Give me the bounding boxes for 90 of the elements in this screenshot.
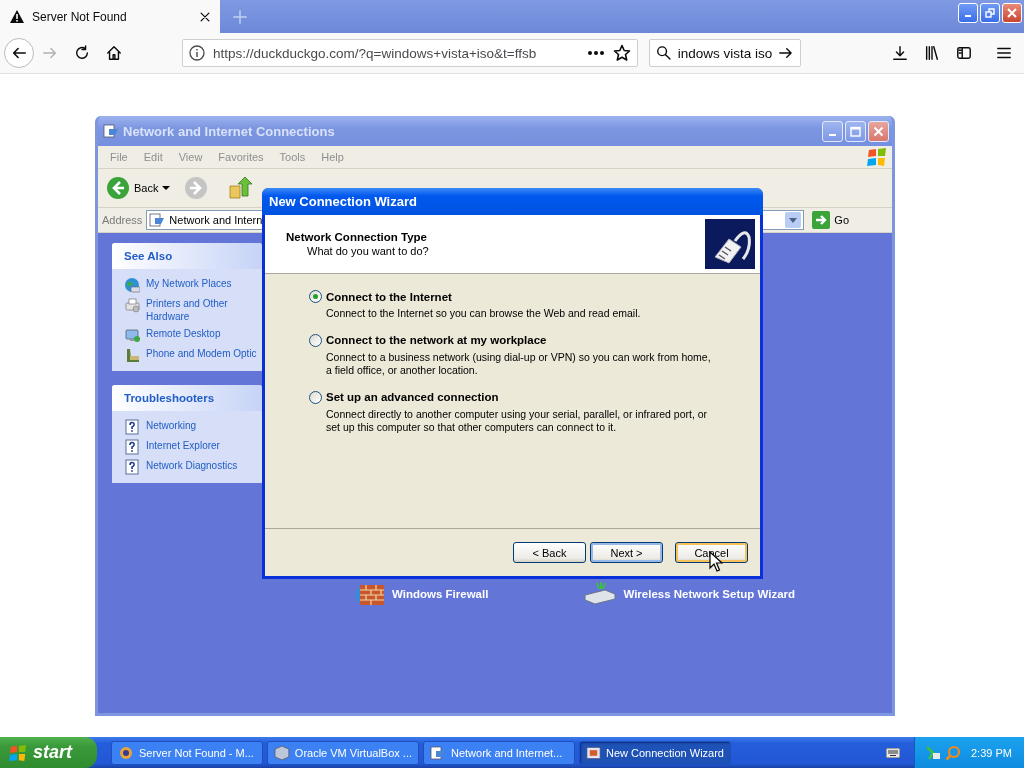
restore-button[interactable] <box>980 3 1000 23</box>
search-icon[interactable] <box>656 45 672 61</box>
panel-link[interactable]: Remote Desktop <box>146 327 221 340</box>
menu-item[interactable]: View <box>170 151 211 163</box>
maximize-icon <box>850 125 861 137</box>
radio-button[interactable] <box>309 333 322 347</box>
radio-button[interactable] <box>309 390 322 404</box>
dropdown-icon[interactable] <box>162 185 171 191</box>
back-button[interactable] <box>4 38 34 68</box>
radio-button[interactable] <box>309 290 322 303</box>
menu-item[interactable]: Favorites <box>210 151 272 163</box>
box-icon <box>274 744 290 761</box>
wizard-subheading: What do you want to do? <box>306 245 430 257</box>
panel-link[interactable]: Phone and Modem Optic <box>146 347 257 360</box>
help-icon[interactable] <box>124 459 140 475</box>
browser-tab[interactable]: Server Not Found <box>0 0 220 33</box>
help-icon[interactable] <box>124 439 140 455</box>
menu-item[interactable]: Edit <box>135 151 171 163</box>
panel-link[interactable]: Printers and Other Hardware <box>146 297 258 323</box>
star-icon[interactable] <box>613 44 631 62</box>
panel-link[interactable]: Network Diagnostics <box>146 459 238 472</box>
wireless-adapter-icon[interactable] <box>583 581 618 607</box>
minimize-icon <box>829 133 836 136</box>
menu-item[interactable]: Tools <box>271 151 314 163</box>
close-icon <box>873 125 884 137</box>
phone-icon[interactable] <box>124 347 140 363</box>
back-arrow-icon <box>11 45 27 61</box>
option-description: Connect to a business network (using dial-up or VPN) so you can work from home, a field office, or another location. <box>325 350 712 378</box>
library-icon[interactable] <box>924 45 940 61</box>
more-icon[interactable] <box>587 50 605 56</box>
start-button[interactable]: start <box>0 737 97 768</box>
restore-icon <box>985 8 995 18</box>
folder-icon <box>430 744 446 761</box>
taskbar-button[interactable]: Network and Internet... <box>423 740 575 765</box>
go-button[interactable]: Go <box>808 211 854 229</box>
option-label[interactable]: Connect to the network at my workplace <box>326 334 547 346</box>
option-description: Connect to the Internet so you can browse the Web and read email. <box>325 307 642 321</box>
tab-title: Server Not Found <box>32 9 128 24</box>
wizard-heading: Network Connection Type <box>286 231 428 243</box>
home-icon[interactable] <box>106 45 122 61</box>
help-icon[interactable] <box>124 419 140 435</box>
close-icon <box>1007 8 1017 18</box>
task-link[interactable]: Windows Firewall <box>392 588 489 600</box>
network-tray-icon[interactable] <box>925 744 941 761</box>
taskbar-button[interactable]: New Connection Wizard <box>579 740 731 765</box>
menu-item[interactable]: File <box>102 151 136 163</box>
url-field[interactable]: https://duckduckgo.com/?q=windows+vista+iso&t=ffsb <box>182 39 638 67</box>
maximize-button[interactable] <box>845 120 866 142</box>
taskbar-button[interactable]: Server Not Found - M... <box>111 740 263 765</box>
sidebar-icon[interactable] <box>956 45 972 61</box>
network-cable-icon <box>705 219 755 269</box>
search-field[interactable]: indows vista iso <box>649 39 801 67</box>
dialog-button[interactable]: Cancel <box>675 542 748 563</box>
menu-item[interactable]: Help <box>313 151 352 163</box>
minimize-icon <box>965 15 971 17</box>
globe-icon[interactable] <box>124 277 140 293</box>
minimize-button[interactable] <box>822 120 843 142</box>
arrow-icon[interactable] <box>778 45 794 61</box>
windows-logo-icon <box>8 743 28 762</box>
option-label[interactable]: Connect to the Internet <box>326 290 452 303</box>
up-folder-icon[interactable] <box>228 176 253 200</box>
window-icon <box>586 744 601 761</box>
printer-icon[interactable] <box>124 297 140 313</box>
back-button[interactable]: Back <box>106 176 159 200</box>
option-label[interactable]: Set up an advanced connection <box>326 391 499 403</box>
download-icon[interactable] <box>892 45 908 61</box>
dialog-button[interactable]: < Back <box>513 542 586 563</box>
dialog-button[interactable]: Next > <box>590 542 663 563</box>
panel-link[interactable]: Internet Explorer <box>146 439 220 452</box>
close-button[interactable] <box>868 120 889 142</box>
dropdown-icon[interactable] <box>785 212 802 228</box>
task-link[interactable]: Wireless Network Setup Wizard <box>623 588 796 600</box>
panel-title: See Also <box>112 243 262 269</box>
option-description: Connect directly to another computer using your serial, parallel, or infrared port, or set up this computer so that other computers can connect to it. <box>325 407 709 435</box>
window-title: Network and Internet Connections <box>123 123 336 139</box>
keyboard-icon[interactable] <box>886 747 900 758</box>
go-arrow-icon <box>812 211 831 229</box>
clock: 2:39 PM <box>971 746 1012 759</box>
address-label: Address <box>102 214 143 226</box>
dialog-title: New Connection Wizard <box>268 194 417 209</box>
info-icon[interactable] <box>189 45 205 61</box>
panel-link[interactable]: Networking <box>146 419 197 432</box>
taskbar-button[interactable]: Oracle VM VirtualBox ... <box>267 740 419 765</box>
warning-icon <box>10 10 24 23</box>
windows-logo-icon <box>866 147 888 167</box>
menu-icon[interactable] <box>996 45 1012 61</box>
folder-icon <box>103 123 119 139</box>
reload-icon[interactable] <box>74 45 90 61</box>
panel-link[interactable]: My Network Places <box>146 277 232 290</box>
panel-title: Troubleshooters <box>112 385 262 411</box>
